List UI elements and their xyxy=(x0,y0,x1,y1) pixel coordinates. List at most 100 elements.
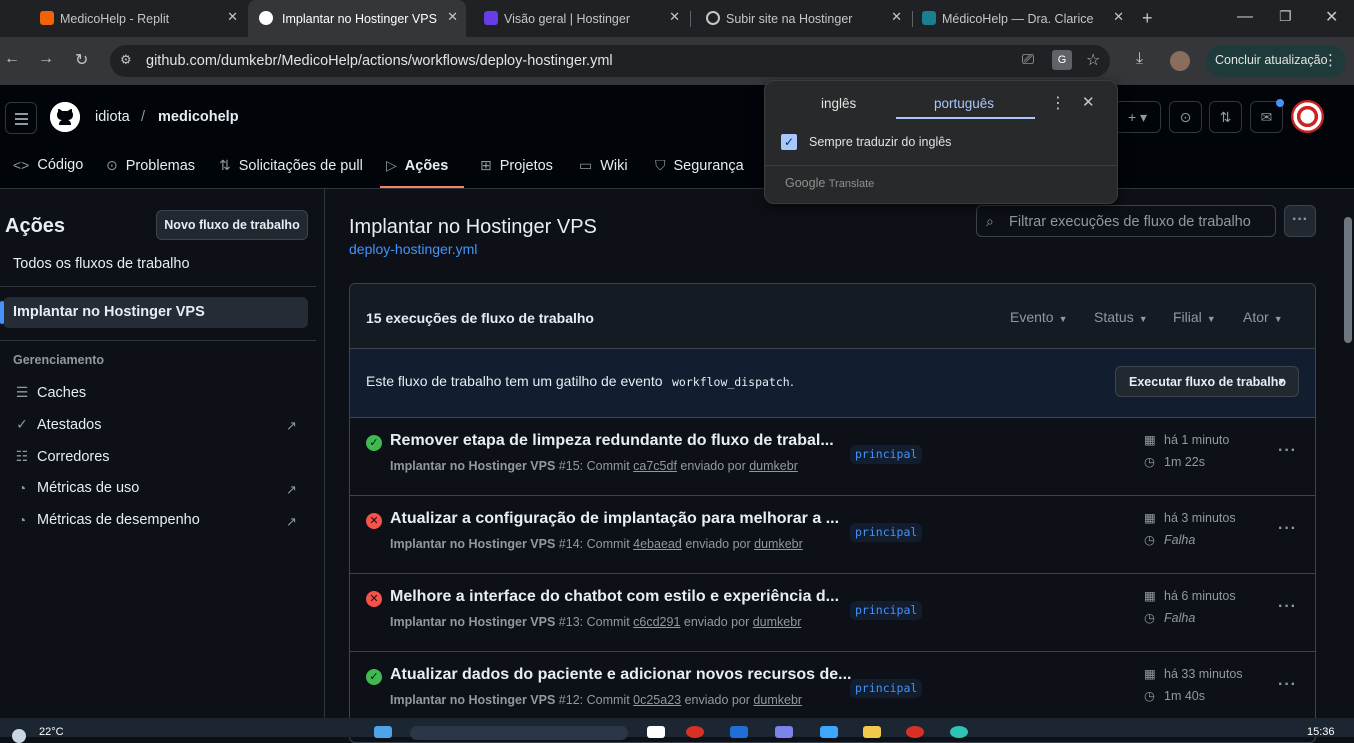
back-icon[interactable]: ← xyxy=(4,50,20,68)
filter-actor-dropdown[interactable]: Ator ▼ xyxy=(1243,309,1283,325)
run-workflow-button[interactable]: Executar fluxo de trabalho ▼ xyxy=(1115,366,1299,397)
tab-pull-requests[interactable]: ⇅ Solicitações de pull xyxy=(219,157,363,174)
sidebar-item-usage-metrics[interactable]: ◔ Métricas de uso xyxy=(13,480,140,496)
browser-tab-replit[interactable]: MedicoHelp - Replit ✕ xyxy=(24,0,246,37)
run-options-icon[interactable]: ··· xyxy=(1278,520,1297,538)
sidebar-item-runners[interactable]: ☷ Corredores xyxy=(13,448,110,465)
commit-link[interactable]: 4ebaead xyxy=(633,537,682,551)
sidebar-item-attestations[interactable]: ✓ Atestados xyxy=(13,416,101,433)
commit-link[interactable]: c6cd291 xyxy=(633,615,680,629)
run-options-icon[interactable]: ··· xyxy=(1278,676,1297,694)
profile-avatar[interactable] xyxy=(1170,51,1190,71)
tab-target-language[interactable]: português xyxy=(934,96,994,111)
window-close-icon[interactable]: ✕ xyxy=(1325,7,1338,27)
actor-link[interactable]: dumkebr xyxy=(749,459,798,473)
chrome-menu-icon[interactable]: ⋮ xyxy=(1323,51,1338,69)
branch-badge[interactable]: principal xyxy=(850,601,923,620)
tab-code[interactable]: <> Código xyxy=(13,157,83,173)
translate-icon[interactable]: G xyxy=(1052,50,1072,70)
task-view-icon[interactable] xyxy=(647,726,665,738)
reload-icon[interactable]: ↻ xyxy=(75,50,88,70)
scrollbar-thumb[interactable] xyxy=(1344,217,1352,343)
close-icon[interactable]: ✕ xyxy=(891,9,902,25)
run-duration-label: 1m 40s xyxy=(1164,689,1205,703)
sidebar-item-active-workflow[interactable]: Implantar no Hostinger VPS xyxy=(0,297,308,328)
workflow-run-row[interactable]: ✓ Remover etapa de limpeza redundante do… xyxy=(350,418,1315,496)
close-icon[interactable]: ✕ xyxy=(443,9,458,25)
url-bar[interactable]: ⚙ github.com/dumkebr/MedicoHelp/actions/… xyxy=(110,45,1110,77)
tab-projects[interactable]: ⊞ Projetos xyxy=(480,157,553,174)
app-icon[interactable] xyxy=(906,726,924,738)
branch-badge[interactable]: principal xyxy=(850,679,923,698)
start-icon[interactable] xyxy=(374,726,392,738)
new-workflow-button[interactable]: Novo fluxo de trabalho xyxy=(156,210,308,240)
pull-requests-icon[interactable]: ⇅ xyxy=(1209,101,1242,133)
filter-runs-input[interactable]: ⌕ Filtrar execuções de fluxo de trabalho xyxy=(976,205,1276,237)
filter-branch-dropdown[interactable]: Filial ▼ xyxy=(1173,309,1216,325)
download-icon[interactable]: ⤓ xyxy=(1136,50,1143,68)
edge-icon[interactable] xyxy=(730,726,748,738)
run-options-icon[interactable]: ··· xyxy=(1278,442,1297,460)
update-button[interactable]: Concluir atualização ⋮ xyxy=(1206,45,1346,77)
run-title[interactable]: Atualizar dados do paciente e adicionar … xyxy=(390,666,851,684)
close-icon[interactable]: ✕ xyxy=(669,9,680,25)
run-time-label: há 6 minutos xyxy=(1164,589,1236,603)
page-scrollbar[interactable] xyxy=(1341,189,1354,737)
user-avatar[interactable] xyxy=(1291,100,1324,133)
hamburger-menu-button[interactable] xyxy=(5,102,37,134)
commit-link[interactable]: 0c25a23 xyxy=(633,693,681,707)
branch-badge[interactable]: principal xyxy=(850,445,923,464)
tab-issues[interactable]: ⊙ Problemas xyxy=(106,157,195,174)
actor-link[interactable]: dumkebr xyxy=(753,615,802,629)
run-title[interactable]: Melhore a interface do chatbot com estil… xyxy=(390,588,839,606)
run-options-icon[interactable]: ··· xyxy=(1278,598,1297,616)
new-tab-icon[interactable]: + xyxy=(1142,8,1153,29)
tab-security[interactable]: ⛉ Segurança xyxy=(655,157,744,174)
tab-actions[interactable]: ▷ Ações xyxy=(386,157,448,174)
branch-badge[interactable]: principal xyxy=(850,523,923,542)
site-info-icon[interactable]: ⚙ xyxy=(120,52,132,68)
copilot-icon[interactable]: ⊙ xyxy=(1169,101,1202,133)
actor-link[interactable]: dumkebr xyxy=(754,537,803,551)
close-icon[interactable]: ✕ xyxy=(1113,9,1124,25)
minimize-icon[interactable]: — xyxy=(1237,8,1253,26)
store-icon[interactable] xyxy=(820,726,838,738)
install-app-icon[interactable]: ⎚ xyxy=(1022,51,1034,68)
browser-tab-chatgpt[interactable]: Subir site na Hostinger ✕ xyxy=(690,0,910,37)
tab-source-language[interactable]: inglês xyxy=(821,96,856,111)
browser-tab-medicohelp[interactable]: MédicoHelp — Dra. Clarice ✕ xyxy=(912,0,1132,37)
workflow-options-button[interactable]: ··· xyxy=(1284,205,1316,237)
sidebar-item-performance-metrics[interactable]: ◔ Métricas de desempenho xyxy=(13,512,200,528)
forward-icon[interactable]: → xyxy=(38,50,54,68)
github-logo-icon[interactable] xyxy=(50,102,80,132)
taskbar-search[interactable] xyxy=(410,726,628,740)
browser-tab-github[interactable]: Implantar no Hostinger VPS ✕ xyxy=(248,0,466,37)
chrome-icon[interactable] xyxy=(686,726,704,738)
sidebar-item-caches[interactable]: ☰ Caches xyxy=(13,384,86,401)
actor-link[interactable]: dumkebr xyxy=(753,693,802,707)
sidebar-item-all-workflows[interactable]: Todos os fluxos de trabalho xyxy=(13,256,190,272)
filter-event-dropdown[interactable]: Evento ▼ xyxy=(1010,309,1068,325)
folder-icon[interactable] xyxy=(863,726,881,738)
maximize-icon[interactable]: ❐ xyxy=(1279,8,1292,25)
bookmark-star-icon[interactable]: ☆ xyxy=(1086,50,1100,70)
run-title[interactable]: Atualizar a configuração de implantação … xyxy=(390,510,839,528)
browser-tab-hostinger[interactable]: Visão geral | Hostinger ✕ xyxy=(468,0,688,37)
workflow-run-row[interactable]: ✕ Melhore a interface do chatbot com est… xyxy=(350,574,1315,652)
repo-owner-link[interactable]: idiota xyxy=(95,109,130,125)
tab-wiki[interactable]: ▭ Wiki xyxy=(579,157,628,174)
app-icon[interactable] xyxy=(950,726,968,738)
create-new-button[interactable]: + ▾ xyxy=(1114,101,1161,133)
run-title[interactable]: Remover etapa de limpeza redundante do f… xyxy=(390,432,834,450)
always-translate-checkbox[interactable]: ✓ xyxy=(781,134,797,150)
filter-status-dropdown[interactable]: Status ▼ xyxy=(1094,309,1148,325)
close-icon[interactable]: ✕ xyxy=(227,9,238,25)
close-icon[interactable]: ✕ xyxy=(1082,93,1095,111)
workflow-run-row[interactable]: ✕ Atualizar a configuração de implantaçã… xyxy=(350,496,1315,574)
teams-icon[interactable] xyxy=(775,726,793,738)
server-icon: ☷ xyxy=(15,448,29,464)
commit-link[interactable]: ca7c5df xyxy=(633,459,677,473)
translate-options-icon[interactable]: ⋮ xyxy=(1050,93,1066,113)
repo-name-link[interactable]: medicohelp xyxy=(158,109,239,125)
workflow-file-link[interactable]: deploy-hostinger.yml xyxy=(349,241,477,257)
